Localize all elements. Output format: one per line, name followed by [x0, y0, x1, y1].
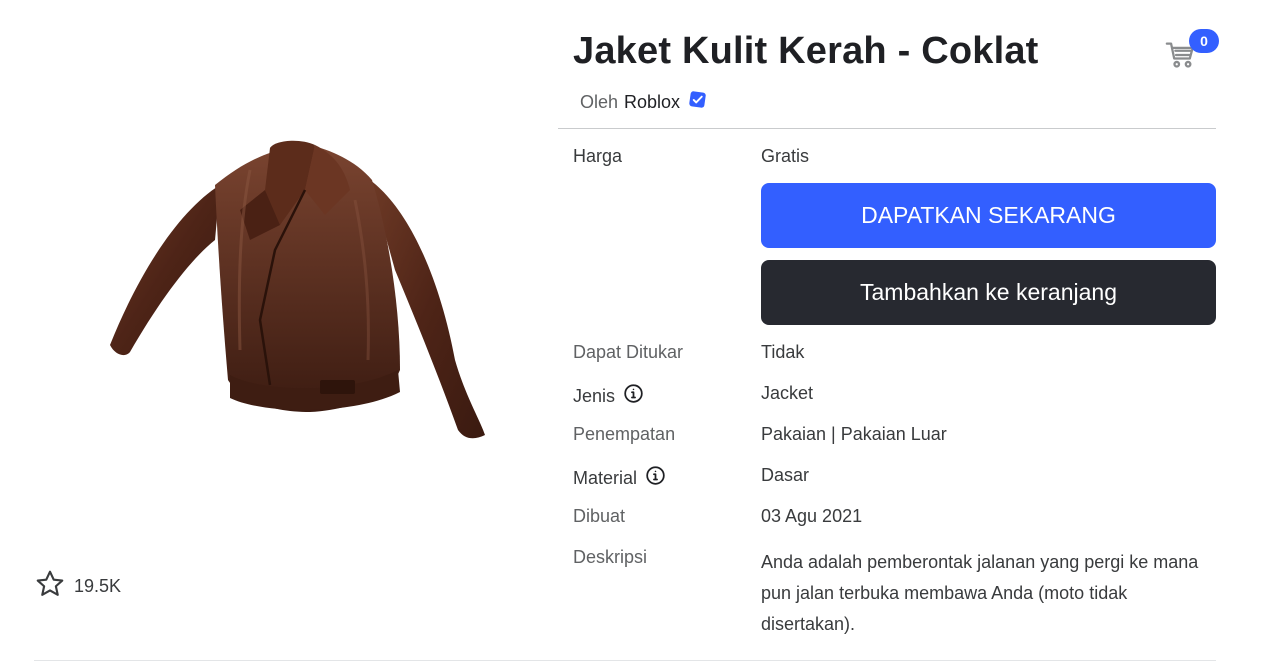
tradable-label: Dapat Ditukar — [573, 342, 684, 362]
cart-count-badge: 0 — [1189, 29, 1219, 53]
star-icon — [34, 568, 66, 605]
type-value: Jacket — [761, 383, 814, 403]
favorite-button[interactable]: 19.5K — [34, 568, 121, 605]
jacket-image — [110, 140, 485, 439]
type-label: Jenis — [573, 385, 616, 406]
material-label: Material — [573, 467, 638, 488]
creator-byline: Oleh Roblox — [580, 90, 707, 114]
description-text: Anda adalah pemberontak jalanan yang per… — [761, 552, 1199, 634]
verified-badge-icon — [686, 90, 707, 114]
item-thumbnail — [100, 130, 500, 450]
tradable-value: Tidak — [761, 342, 805, 362]
creator-link[interactable]: Roblox — [624, 92, 680, 113]
bottom-divider — [34, 660, 1216, 661]
add-to-cart-button[interactable]: Tambahkan ke keranjang — [761, 260, 1216, 325]
created-label: Dibuat — [573, 506, 626, 526]
by-prefix: Oleh — [580, 91, 619, 112]
favorite-count: 19.5K — [74, 576, 122, 596]
material-value: Dasar — [761, 465, 810, 485]
created-value: 03 Agu 2021 — [761, 506, 863, 526]
description-label: Deskripsi — [573, 547, 648, 567]
price-label: Harga — [573, 146, 623, 166]
info-icon[interactable] — [645, 465, 666, 491]
info-icon[interactable] — [623, 383, 644, 409]
cart-icon — [1164, 42, 1198, 76]
price-value: Gratis — [761, 146, 810, 166]
material-label-row: Material — [573, 465, 666, 491]
header-divider — [558, 128, 1216, 129]
placement-value: Pakaian | Pakaian Luar — [761, 424, 947, 444]
get-now-button[interactable]: DAPATKAN SEKARANG — [761, 183, 1216, 248]
type-label-row: Jenis — [573, 383, 644, 409]
placement-label: Penempatan — [573, 424, 676, 444]
item-title: Jaket Kulit Kerah - Coklat — [573, 30, 1039, 72]
